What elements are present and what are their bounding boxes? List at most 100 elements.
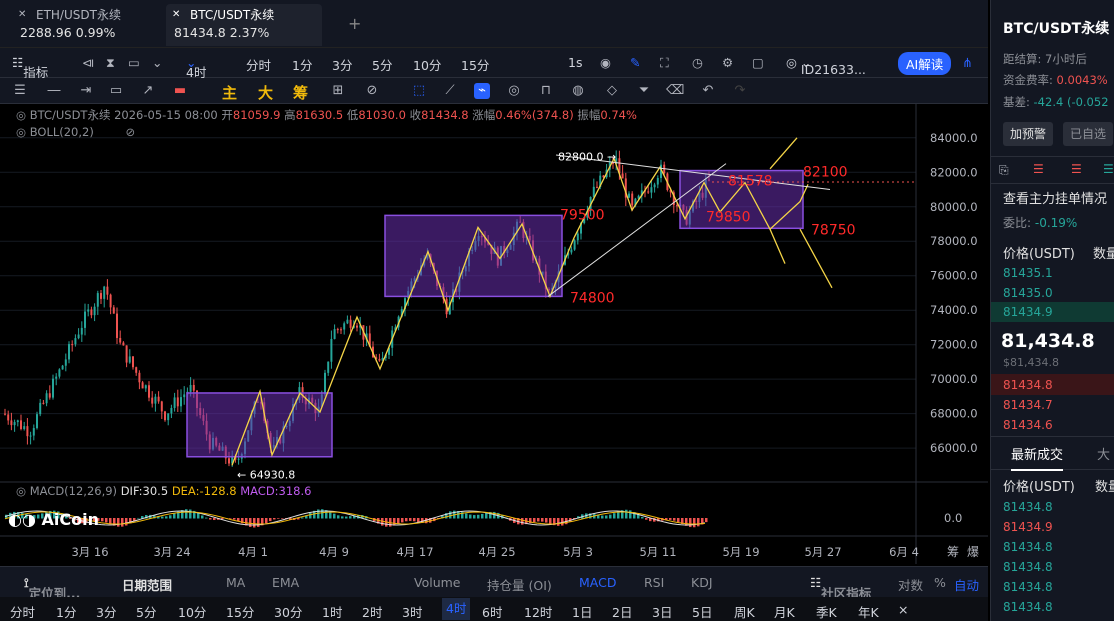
ind-ma[interactable]: MA bbox=[226, 575, 245, 590]
period-1[interactable]: 1分 bbox=[56, 602, 76, 621]
window-icon[interactable]: ▢ bbox=[752, 55, 764, 70]
account-select[interactable]: ◎ ID21633... ⌄ bbox=[786, 55, 866, 77]
interval-3m[interactable]: 3分 bbox=[332, 55, 352, 74]
trash-icon[interactable]: ⌫ bbox=[666, 83, 684, 99]
interval-15m[interactable]: 15分 bbox=[461, 55, 489, 74]
tab-eth[interactable]: ✕ ETH/USDT永续 2288.96 0.99% bbox=[12, 4, 162, 46]
ruler-icon[interactable]: ⟋ bbox=[442, 83, 458, 99]
arrow-icon[interactable]: ↗ bbox=[140, 83, 156, 99]
visibility-icon[interactable]: ◍ bbox=[570, 83, 586, 99]
camera-icon[interactable]: ◉ bbox=[600, 55, 611, 70]
period-16[interactable]: 5日 bbox=[692, 602, 712, 621]
period-11[interactable]: 6时 bbox=[482, 602, 502, 621]
cursor-icon[interactable]: ⬚ bbox=[411, 83, 427, 99]
magnet-icon[interactable]: ⌁ bbox=[474, 83, 490, 99]
chart-area[interactable]: 84000.0 82000.0 80000.0 78000.0 76000.0 74000… bbox=[0, 104, 988, 566]
ask-row[interactable]: 81435.0 bbox=[1003, 286, 1053, 300]
locate-button[interactable]: ⟟ 定位到... bbox=[24, 575, 80, 601]
fullscreen-icon[interactable]: ⛶ bbox=[660, 55, 669, 71]
ask-side-icon[interactable]: ☰ bbox=[1071, 162, 1082, 176]
period-2[interactable]: 3分 bbox=[96, 602, 116, 621]
ind-volume[interactable]: Volume bbox=[414, 575, 461, 590]
close-icon[interactable]: ✕ bbox=[172, 9, 180, 20]
period-5[interactable]: 15分 bbox=[226, 602, 254, 621]
rect-icon[interactable]: ▭ bbox=[108, 83, 124, 99]
period-3[interactable]: 5分 bbox=[136, 602, 156, 621]
hline-icon[interactable]: ⇥ bbox=[78, 83, 94, 99]
interval-1s[interactable]: 1s bbox=[568, 55, 582, 70]
log-toggle[interactable]: 对数 bbox=[898, 575, 923, 594]
auto-toggle[interactable]: 自动 bbox=[954, 575, 979, 594]
period-15[interactable]: 3日 bbox=[652, 602, 672, 621]
close-icon[interactable]: ✕ bbox=[18, 9, 26, 20]
macd-legend[interactable]: ◎ MACD(12,26,9) DIF:30.5 DEA:-128.8 MACD… bbox=[16, 484, 311, 498]
pencil-icon[interactable]: ✎ bbox=[630, 55, 640, 70]
bid-row[interactable]: 81434.6 bbox=[1003, 418, 1053, 432]
close-icon[interactable]: × bbox=[898, 602, 908, 617]
interval-1m[interactable]: 1分 bbox=[292, 55, 312, 74]
period-13[interactable]: 1日 bbox=[572, 602, 592, 621]
community-indicators[interactable]: ☷ 社区指标 bbox=[810, 575, 871, 601]
period-14[interactable]: 2日 bbox=[612, 602, 632, 621]
add-tab-icon[interactable]: + bbox=[348, 14, 361, 33]
period-6[interactable]: 30分 bbox=[274, 602, 302, 621]
menu-icon[interactable]: ☰ bbox=[12, 83, 28, 99]
period-8[interactable]: 2时 bbox=[362, 602, 382, 621]
ai-button[interactable]: AI解读 bbox=[898, 52, 952, 75]
period-18[interactable]: 月K bbox=[774, 602, 795, 621]
interval-10m[interactable]: 10分 bbox=[413, 55, 441, 74]
period-17[interactable]: 周K bbox=[734, 602, 755, 621]
clock-icon[interactable]: ◷ bbox=[692, 55, 703, 70]
indicator-chip[interactable]: 筹 bbox=[293, 82, 308, 103]
period-9[interactable]: 3时 bbox=[402, 602, 422, 621]
indicator-main[interactable]: 主 bbox=[222, 82, 237, 103]
ind-ema[interactable]: EMA bbox=[272, 575, 299, 590]
ind-rsi[interactable]: RSI bbox=[644, 575, 664, 590]
lock-icon[interactable]: ⊓ bbox=[538, 83, 554, 99]
filter-icon[interactable]: ⏷ bbox=[636, 83, 652, 99]
period-7[interactable]: 1时 bbox=[322, 602, 342, 621]
tab-btc[interactable]: ✕ BTC/USDT永续 81434.8 2.37% bbox=[166, 4, 322, 46]
share-icon[interactable]: ⋔ bbox=[962, 55, 972, 70]
layout-icon[interactable]: ▭ bbox=[128, 55, 140, 70]
step-back-icon[interactable]: ⧗ bbox=[106, 55, 115, 71]
bid-side-icon[interactable]: ☰ bbox=[1103, 162, 1114, 176]
boll-legend[interactable]: ◎ BOLL(20,2) ⊘ bbox=[16, 125, 135, 139]
redo-icon[interactable]: ↷ bbox=[732, 83, 748, 99]
period-20[interactable]: 年K bbox=[858, 602, 879, 621]
interval-5m[interactable]: 5分 bbox=[372, 55, 392, 74]
depth-link[interactable]: 查看主力挂单情况 bbox=[1003, 188, 1107, 207]
book-icon[interactable]: ⎘ bbox=[999, 163, 1009, 178]
ask-row[interactable]: 81435.1 bbox=[1003, 266, 1053, 280]
layers-icon[interactable]: ◇ bbox=[604, 83, 620, 99]
tab-big-trades[interactable]: 大 bbox=[1097, 444, 1110, 463]
bid-row[interactable]: 81434.8 bbox=[1003, 378, 1053, 392]
line-icon[interactable]: ― bbox=[46, 83, 62, 99]
period-4[interactable]: 10分 bbox=[178, 602, 206, 621]
replay-icon[interactable]: ⧏ bbox=[82, 55, 95, 70]
date-range-button[interactable]: 日期范围 bbox=[122, 575, 172, 594]
period-12[interactable]: 12时 bbox=[524, 602, 552, 621]
tab-latest-trades[interactable]: 最新成交 bbox=[1011, 444, 1064, 471]
pct-toggle[interactable]: % bbox=[934, 575, 946, 590]
undo-icon[interactable]: ↶ bbox=[700, 83, 716, 99]
clip-icon[interactable]: ⊘ bbox=[364, 83, 380, 99]
favorite-button[interactable]: 已自选 bbox=[1063, 122, 1113, 146]
bid-row[interactable]: 81434.7 bbox=[1003, 398, 1053, 412]
period-0[interactable]: 分时 bbox=[10, 602, 35, 621]
ind-macd[interactable]: MACD bbox=[579, 575, 616, 590]
interval-select[interactable]: 4时 ⌄ bbox=[186, 55, 206, 80]
ask-row[interactable]: 81434.9 bbox=[1003, 305, 1053, 319]
ind-oi[interactable]: 持仓量 (OI) bbox=[487, 575, 552, 594]
gear-icon[interactable]: ⚙ bbox=[722, 55, 733, 70]
indicators-button[interactable]: ☷ 指标 bbox=[12, 55, 48, 80]
interval-fenshi[interactable]: 分时 bbox=[246, 55, 271, 74]
ind-kdj[interactable]: KDJ bbox=[691, 575, 713, 590]
period-10[interactable]: 4时 bbox=[442, 598, 471, 620]
both-side-icon[interactable]: ☰ bbox=[1033, 162, 1044, 176]
period-19[interactable]: 季K bbox=[816, 602, 837, 621]
eye-icon[interactable]: ◎ bbox=[506, 83, 522, 99]
scale-icon[interactable]: ⊞ bbox=[330, 83, 346, 99]
alert-button[interactable]: 加预警 bbox=[1003, 122, 1053, 146]
indicator-big[interactable]: 大 bbox=[258, 82, 273, 103]
